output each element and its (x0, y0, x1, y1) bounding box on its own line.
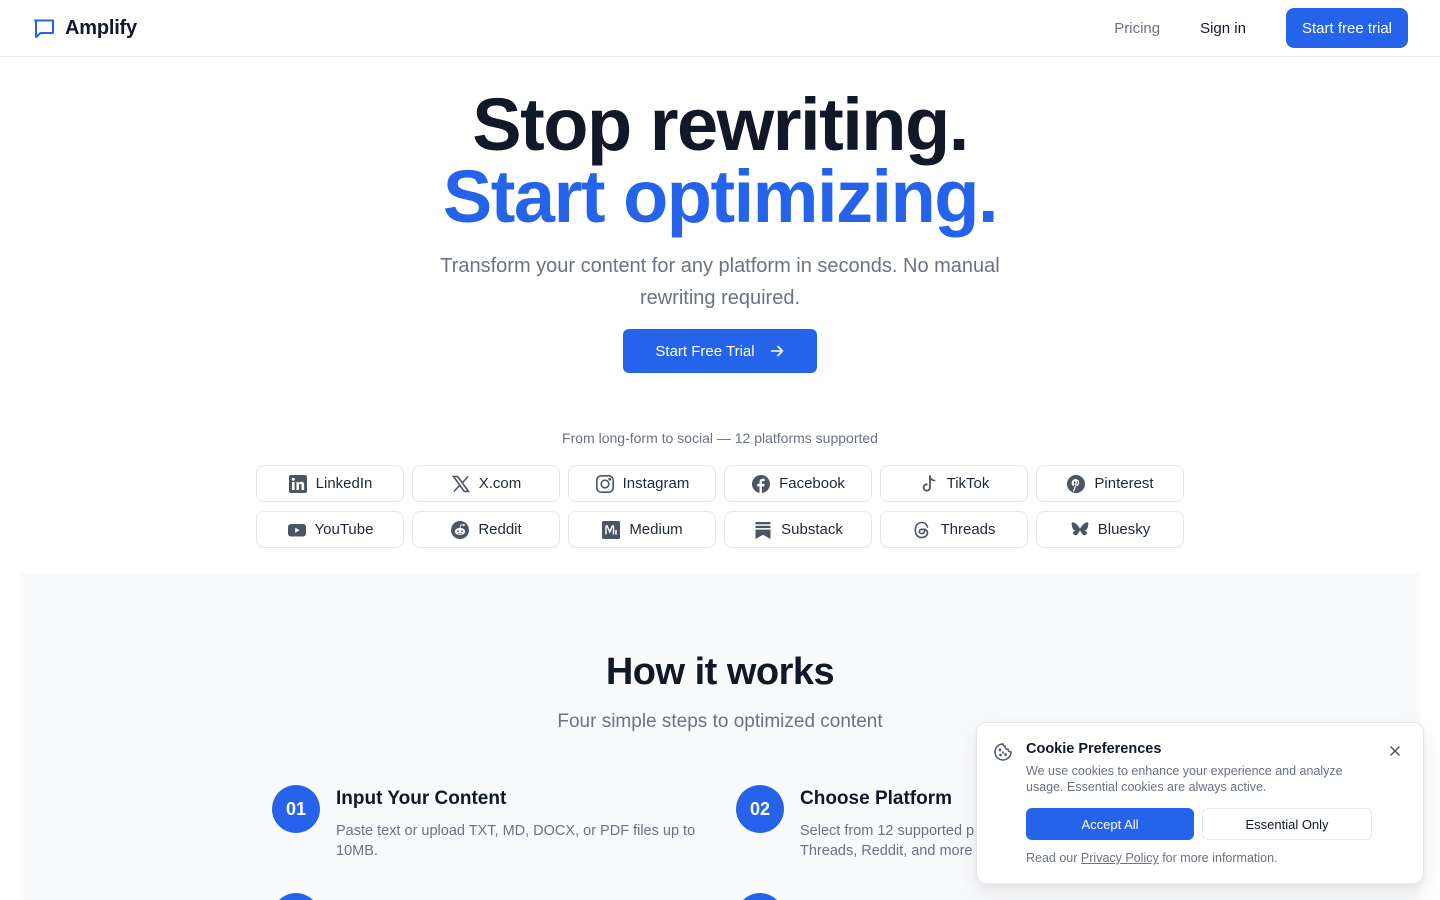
step-title: Input Your Content (336, 788, 507, 809)
cookie-footer-suffix: for more information. (1162, 851, 1278, 865)
platform-chip-facebook[interactable]: Facebook (724, 465, 872, 502)
platform-chip-youtube[interactable]: YouTube (256, 511, 404, 548)
platform-label: LinkedIn (315, 475, 373, 492)
how-it-works-title: How it works (605, 651, 835, 693)
platform-chip-bluesky[interactable]: Bluesky (1036, 511, 1184, 548)
close-icon[interactable] (1387, 743, 1403, 759)
cookie-panel-footer: Read our Privacy Policy for more informa… (1026, 851, 1278, 865)
platform-chip-pinterest[interactable]: Pinterest (1036, 465, 1184, 502)
x-icon (451, 475, 470, 492)
platform-chip-tiktok[interactable]: TikTok (880, 465, 1028, 502)
cookie-icon (994, 743, 1012, 761)
step-item: 01 Input Your Content Paste text or uplo… (272, 785, 732, 875)
header-start-trial-button[interactable]: Start free trial (1285, 8, 1408, 48)
brand[interactable]: Amplify (32, 16, 137, 40)
main-nav: Pricing Sign in Start free trial (1114, 8, 1408, 48)
platform-label: Facebook (779, 475, 845, 492)
hero-subtitle: Transform your content for any platform … (440, 255, 1000, 309)
hero-headline-line2: Start optimizing. (442, 155, 999, 238)
cookie-footer-prefix: Read our (1026, 851, 1078, 865)
cookie-panel-text: We use cookies to enhance your experienc… (1026, 764, 1343, 794)
hero-cta-label: Start Free Trial (655, 342, 755, 360)
privacy-policy-link[interactable]: Privacy Policy (1081, 851, 1159, 865)
platform-chip-threads[interactable]: Threads (880, 511, 1028, 548)
hero-start-trial-button[interactable]: Start Free Trial (623, 329, 817, 373)
step-number-badge: 02 (736, 785, 784, 833)
step-title: Choose Platform (800, 788, 953, 809)
platform-chip-reddit[interactable]: Reddit (412, 511, 560, 548)
platform-label: Threads (940, 521, 996, 538)
arrow-right-icon (770, 345, 783, 357)
platforms-caption: From long-form to social — 12 platforms … (562, 430, 878, 446)
reddit-icon (451, 520, 470, 539)
site-header: Amplify Pricing Sign in Start free trial (0, 0, 1440, 57)
bluesky-icon (1071, 521, 1089, 535)
chat-bubble-logo-icon (34, 19, 54, 38)
platform-label: TikTok (946, 475, 990, 492)
platform-label: Pinterest (1094, 475, 1154, 492)
step-description: Select from 12 supported p Threads, Redd… (800, 823, 975, 859)
step-number-badge: 01 (272, 785, 320, 833)
platform-chip-medium[interactable]: Medium (568, 511, 716, 548)
tiktok-icon (922, 474, 936, 492)
cookie-preferences-panel: Cookie Preferences We use cookies to enh… (976, 722, 1424, 884)
platform-label: Instagram (622, 475, 690, 492)
instagram-icon (595, 474, 614, 493)
platform-chip-linkedin[interactable]: LinkedIn (256, 465, 404, 502)
brand-name: Amplify (65, 16, 137, 39)
nav-signin-link[interactable]: Sign in (1200, 20, 1246, 37)
substack-icon (755, 521, 771, 539)
step-description: Paste text or upload TXT, MD, DOCX, or P… (336, 823, 696, 859)
accept-all-button[interactable]: Accept All (1026, 808, 1194, 840)
linkedin-icon (288, 474, 307, 493)
platform-label: Substack (781, 521, 843, 538)
platform-label: YouTube (314, 521, 374, 538)
nav-pricing-link[interactable]: Pricing (1114, 20, 1160, 37)
step-number-badge (272, 893, 320, 900)
facebook-icon (752, 474, 771, 493)
platform-label: X.com (478, 475, 522, 492)
step-number-badge (736, 893, 784, 900)
threads-icon (914, 521, 929, 538)
platform-chip-substack[interactable]: Substack (724, 511, 872, 548)
platform-chip-x[interactable]: X.com (412, 465, 560, 502)
youtube-icon (287, 523, 306, 536)
platform-chip-instagram[interactable]: Instagram (568, 465, 716, 502)
cookie-panel-title: Cookie Preferences (1026, 741, 1162, 757)
platform-label: Medium (629, 521, 683, 538)
essential-only-button[interactable]: Essential Only (1202, 808, 1372, 840)
platform-label: Bluesky (1097, 521, 1151, 538)
medium-icon (602, 520, 621, 539)
platform-label: Reddit (478, 521, 522, 538)
pinterest-icon (1067, 474, 1086, 493)
hero-headline-line1: Stop rewriting. (472, 83, 969, 166)
platform-grid: LinkedIn X.com Instagram Facebook TikTok… (256, 465, 1184, 548)
